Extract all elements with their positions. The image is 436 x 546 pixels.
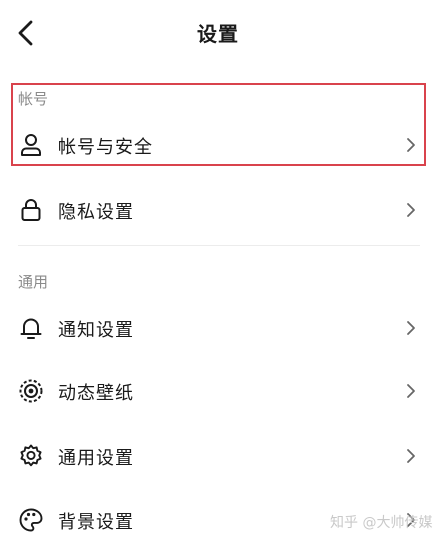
- user-icon: [18, 132, 44, 158]
- live-wallpaper-icon: [18, 378, 44, 404]
- settings-item-notifications[interactable]: 通知设置: [0, 303, 436, 353]
- chevron-right-icon: [404, 319, 418, 337]
- settings-item-label: 动态壁纸: [58, 383, 134, 404]
- settings-item-live-wallpaper[interactable]: 动态壁纸: [0, 366, 436, 416]
- chevron-right-icon: [404, 382, 418, 400]
- settings-item-label: 隐私设置: [58, 202, 134, 223]
- section-divider: [18, 245, 420, 246]
- gear-icon: [18, 443, 44, 469]
- section-header-account: 帐号: [18, 90, 49, 108]
- chevron-right-icon: [404, 201, 418, 219]
- chevron-right-icon: [404, 447, 418, 465]
- settings-item-label: 背景设置: [58, 512, 134, 533]
- header: 设置: [0, 0, 436, 66]
- chevron-right-icon: [404, 136, 418, 154]
- settings-item-privacy[interactable]: 隐私设置: [0, 185, 436, 235]
- settings-item-label: 通用设置: [58, 448, 134, 469]
- settings-page: 设置 帐号 帐号与安全 隐私设置 通用 通知设置 动态壁纸 通用设置 背景设置 …: [0, 0, 436, 546]
- bell-icon: [18, 315, 44, 341]
- page-title: 设置: [197, 22, 239, 46]
- settings-item-account-security[interactable]: 帐号与安全: [0, 120, 436, 170]
- palette-icon: [18, 507, 44, 533]
- settings-item-general[interactable]: 通用设置: [0, 431, 436, 481]
- settings-item-label: 帐号与安全: [58, 137, 153, 158]
- watermark: 知乎 @大帅传媒: [330, 515, 433, 531]
- section-header-general: 通用: [18, 273, 49, 291]
- lock-icon: [18, 197, 44, 223]
- settings-item-label: 通知设置: [58, 320, 134, 341]
